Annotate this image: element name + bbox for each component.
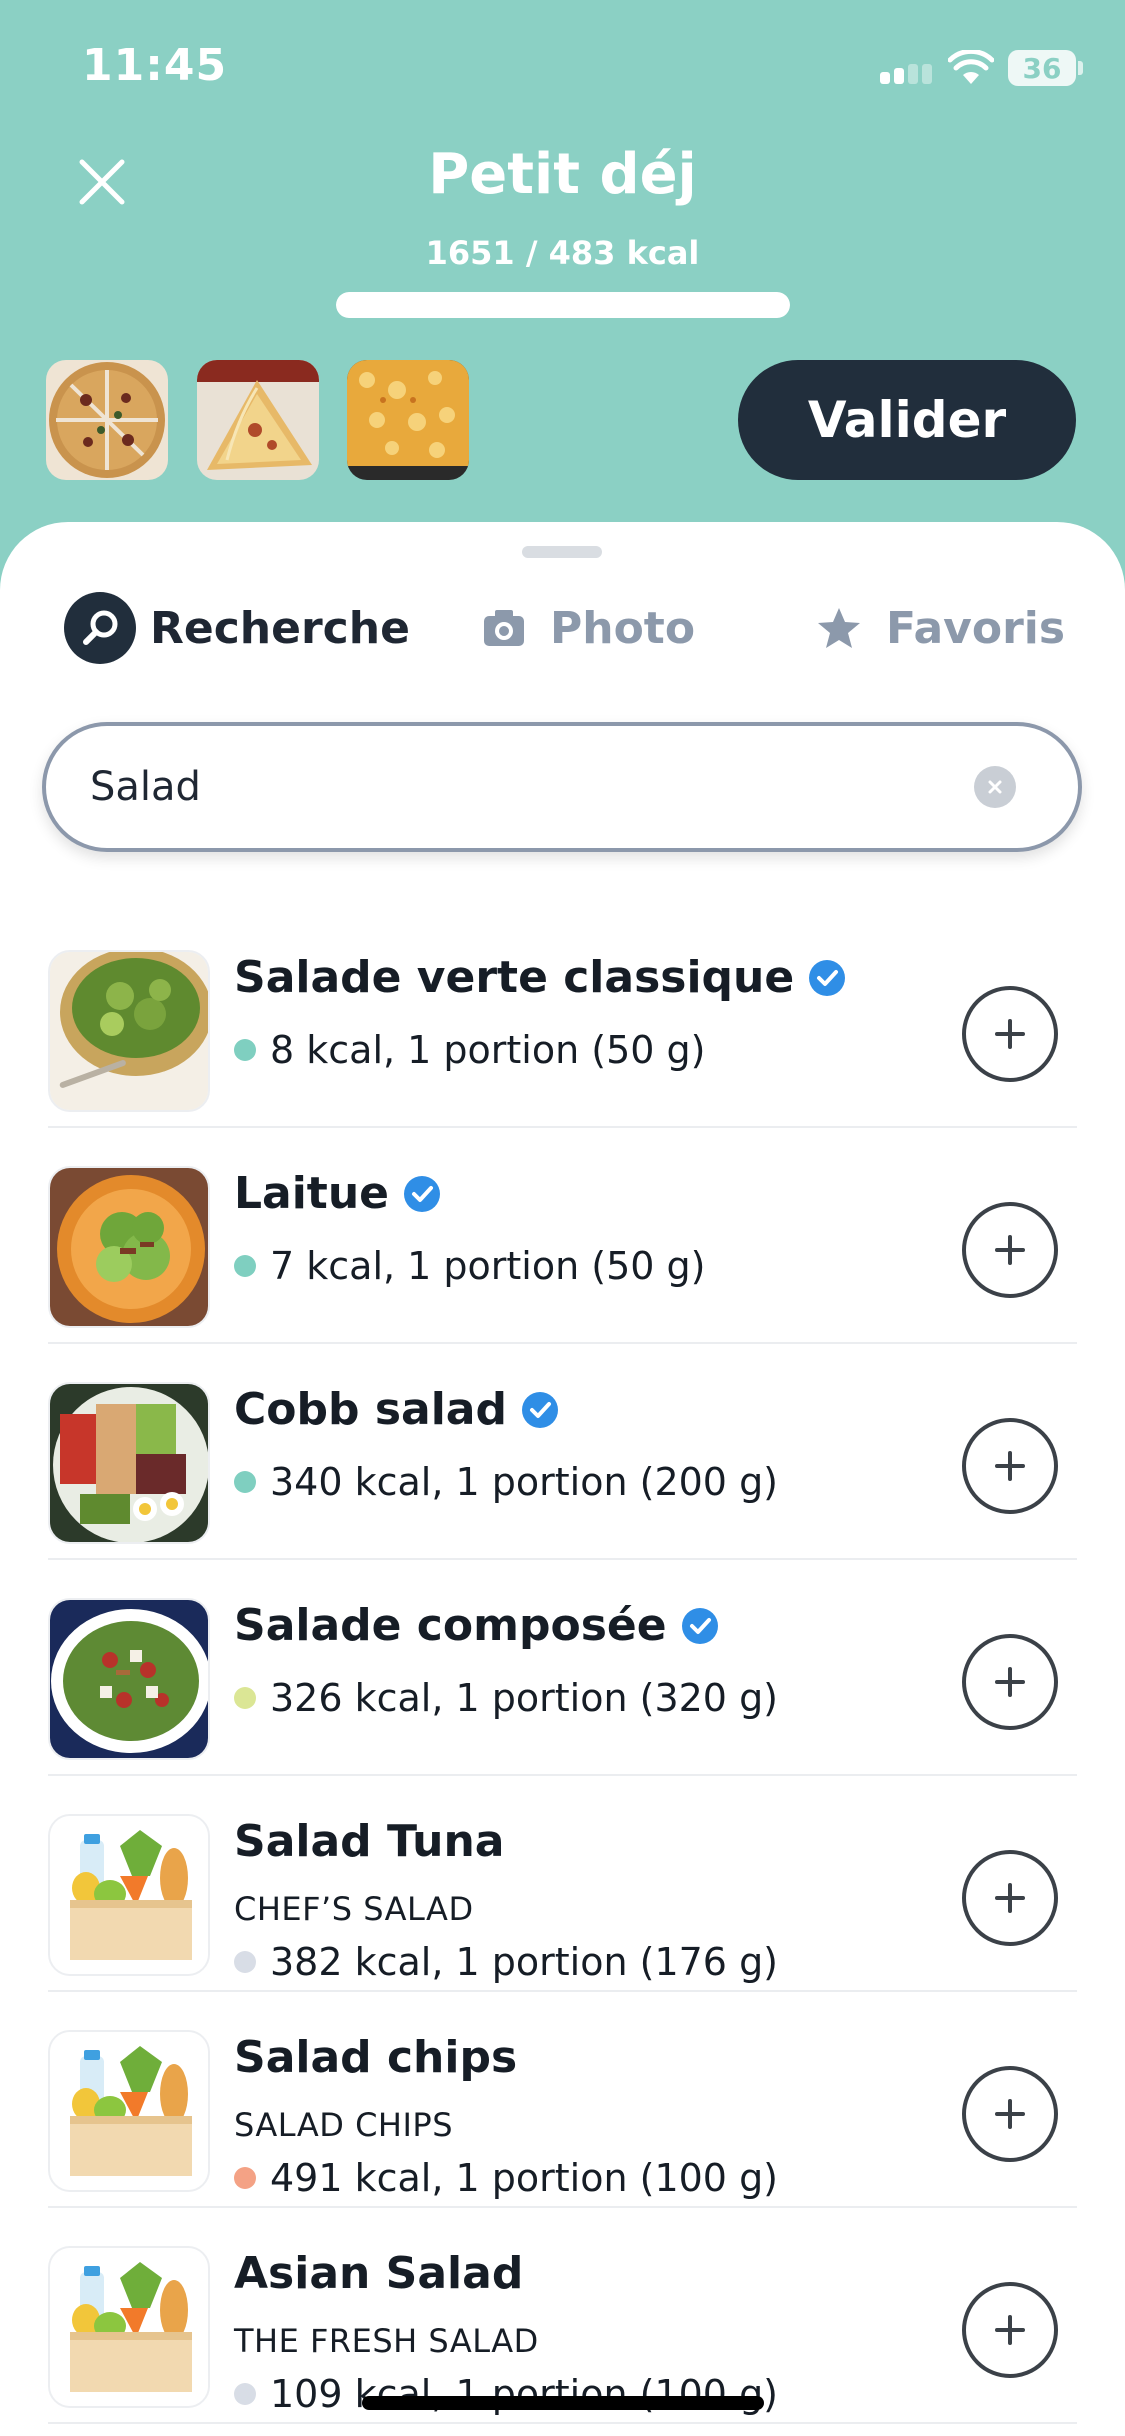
tab-favorites[interactable]: Favoris [816,578,1065,678]
add-food-button[interactable] [962,986,1058,1082]
sheet-grabber[interactable] [522,546,602,558]
food-image [48,1166,210,1328]
food-name-wrap: Salad Tuna [234,1816,505,1867]
tab-favorites-label: Favoris [886,602,1066,654]
food-row-salade-composee[interactable]: Salade composée 326 kcal, 1 portion (320… [0,1560,1125,1776]
add-food-button[interactable] [962,2066,1058,2162]
plus-icon [995,1019,1025,1049]
verified-badge-icon [404,1175,441,1212]
food-brand: THE FRESH SALAD [234,2322,539,2360]
nutrition-dot [234,1039,256,1061]
results-list: Salade verte classique 8 kcal, 1 portion… [0,912,1125,2424]
nutrition-dot [234,1687,256,1709]
add-food-button[interactable] [962,1634,1058,1730]
food-name-wrap: Salade verte classique [234,952,846,1003]
calorie-progress-bar [336,292,790,318]
food-brand: SALAD CHIPS [234,2106,454,2144]
nutrition-dot [234,2167,256,2189]
tab-photo[interactable]: Photo [482,578,695,678]
wifi-icon [948,50,994,84]
grocery-bag-icon [48,2030,210,2192]
nutrition-dot [234,2383,256,2405]
battery-tip [1078,61,1083,75]
food-row-salad-chips[interactable]: Salad chips SALAD CHIPS 491 kcal, 1 port… [0,1992,1125,2208]
food-name-wrap: Salad chips [234,2032,517,2083]
selected-food-thumbnail-pizza-2[interactable] [197,360,319,480]
food-meta: 491 kcal, 1 portion (100 g) [234,2156,778,2200]
search-icon [64,592,136,664]
clear-search-button[interactable] [974,766,1016,808]
validate-button[interactable]: Valider [738,360,1076,480]
add-food-button[interactable] [962,1418,1058,1514]
food-meta-text: 382 kcal, 1 portion (176 g) [270,1940,779,1984]
food-name: Cobb salad [234,1384,507,1435]
food-meta-text: 8 kcal, 1 portion (50 g) [270,1028,706,1072]
food-row-asian-salad[interactable]: Asian Salad THE FRESH SALAD 109 kcal, 1 … [0,2208,1125,2424]
tab-search[interactable]: Recherche [64,578,410,678]
food-name-wrap: Laitue [234,1168,441,1219]
selected-food-thumbnail-pizza-3[interactable] [347,360,469,480]
clear-icon [988,780,1002,794]
food-meta: 8 kcal, 1 portion (50 g) [234,1028,705,1072]
food-name-wrap: Salade composée [234,1600,719,1651]
selected-food-thumbnail-pizza-1[interactable] [46,360,168,480]
food-name: Salad chips [234,2032,518,2083]
grocery-bag-icon [48,1814,210,1976]
food-row-salade-verte[interactable]: Salade verte classique 8 kcal, 1 portion… [0,912,1125,1128]
plus-icon [995,2099,1025,2129]
food-name-wrap: Cobb salad [234,1384,559,1435]
grocery-bag-icon [48,2246,210,2408]
add-food-button[interactable] [962,1202,1058,1298]
nutrition-dot [234,1255,256,1277]
plus-icon [995,1451,1025,1481]
food-name: Salade composée [234,1600,667,1651]
status-time: 11:45 [82,40,228,91]
verified-badge-icon [521,1391,558,1428]
food-image [48,1598,210,1760]
tab-photo-label: Photo [550,602,696,654]
search-field[interactable] [42,722,1082,852]
food-row-cobb-salad[interactable]: Cobb salad 340 kcal, 1 portion (200 g) [0,1344,1125,1560]
calorie-progress-fill [336,292,790,318]
food-meta: 7 kcal, 1 portion (50 g) [234,1244,705,1288]
star-icon [818,608,860,648]
food-image [48,1382,210,1544]
verified-badge-icon [681,1607,718,1644]
cellular-signal-icon [880,64,936,84]
search-input[interactable] [90,726,970,848]
plus-icon [995,1235,1025,1265]
nutrition-dot [234,1951,256,1973]
status-bar: 11:45 36 [0,0,1125,140]
verified-badge-icon [809,959,846,996]
plus-icon [995,1883,1025,1913]
food-name: Asian Salad [234,2248,524,2299]
food-brand: CHEF’S SALAD [234,1890,474,1928]
kcal-summary: 1651 / 483 kcal [425,234,700,272]
food-meta-text: 491 kcal, 1 portion (100 g) [270,2156,779,2200]
food-name: Salad Tuna [234,1816,505,1867]
tab-search-label: Recherche [150,602,410,654]
food-meta: 340 kcal, 1 portion (200 g) [234,1460,778,1504]
food-meta-text: 326 kcal, 1 portion (320 g) [270,1676,779,1720]
food-name: Salade verte classique [234,952,795,1003]
food-row-laitue[interactable]: Laitue 7 kcal, 1 portion (50 g) [0,1128,1125,1344]
plus-icon [995,2315,1025,2345]
add-food-button[interactable] [962,1850,1058,1946]
search-sheet: Recherche Photo Favoris Salad Salade ver… [0,522,1125,2436]
food-meta-text: 7 kcal, 1 portion (50 g) [270,1244,706,1288]
add-food-button[interactable] [962,2282,1058,2378]
food-meta-text: 340 kcal, 1 portion (200 g) [270,1460,779,1504]
food-row-salad-tuna[interactable]: Salad Tuna CHEF’S SALAD 382 kcal, 1 port… [0,1776,1125,1992]
food-meta: 326 kcal, 1 portion (320 g) [234,1676,778,1720]
camera-icon [484,610,524,646]
food-name: Laitue [234,1168,390,1219]
home-indicator [362,2396,764,2410]
nutrition-dot [234,1471,256,1493]
battery-icon: 36 [1008,50,1076,86]
meal-title: Petit déj [428,142,697,207]
food-image [48,950,210,1112]
plus-icon [995,1667,1025,1697]
food-name-wrap: Asian Salad [234,2248,523,2299]
food-meta: 382 kcal, 1 portion (176 g) [234,1940,778,1984]
